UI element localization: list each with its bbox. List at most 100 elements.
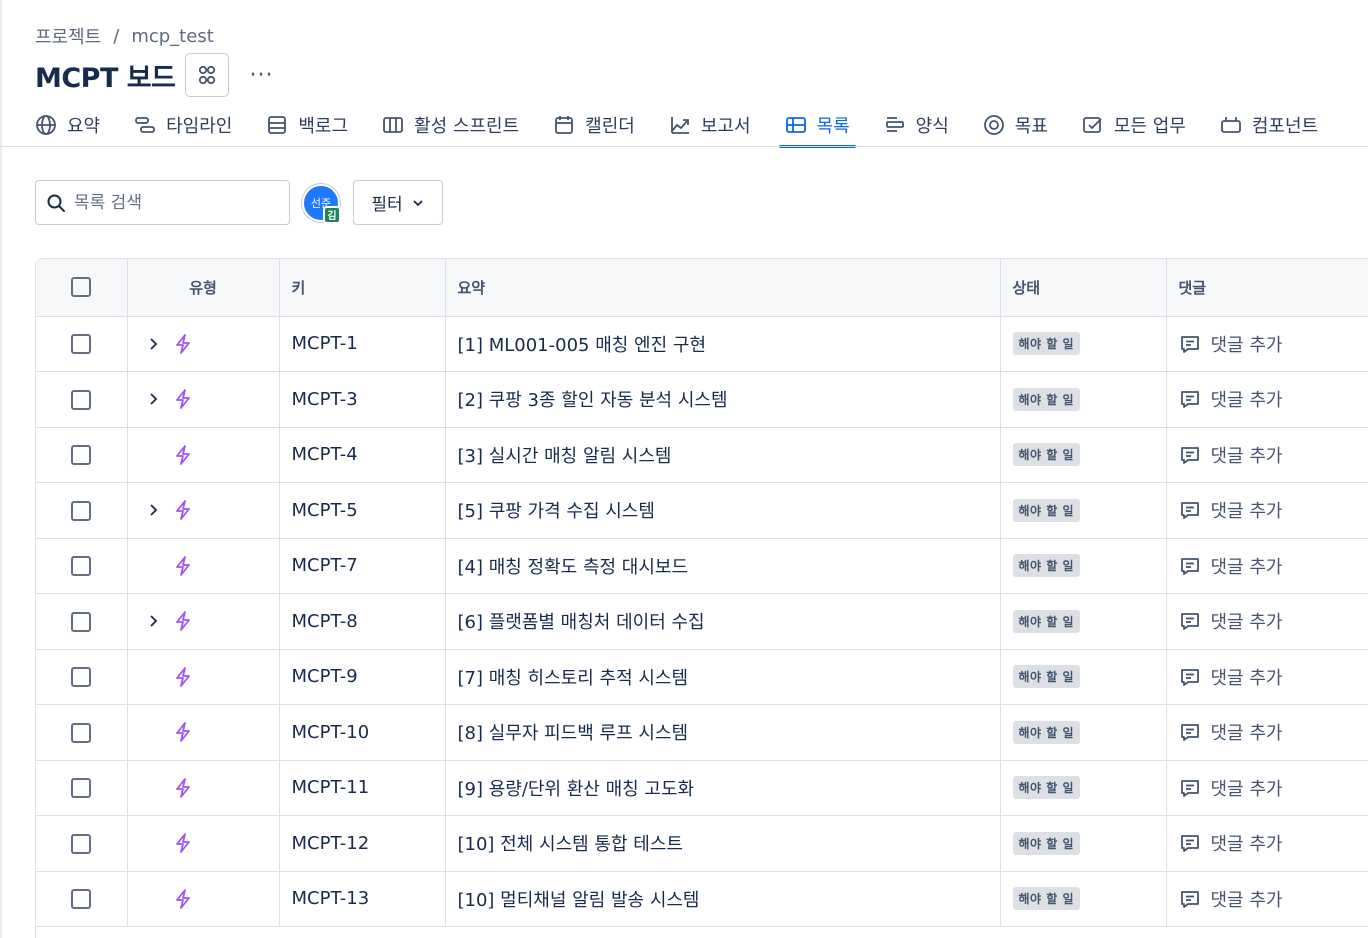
tab-calendar[interactable]: 캘린더: [553, 108, 635, 142]
row-checkbox[interactable]: [71, 833, 92, 854]
tab-check[interactable]: 모든 업무: [1082, 108, 1186, 142]
issue-summary[interactable]: [5] 쿠팡 가격 수집 시스템: [445, 482, 1001, 539]
table-row[interactable]: MCPT-1 [1] ML001-005 매칭 엔진 구현 해야 할 일 댓글 추가: [36, 316, 1368, 372]
tab-list[interactable]: 목록: [778, 108, 856, 148]
search-input[interactable]: [74, 192, 274, 213]
expand-chevron[interactable]: [138, 392, 168, 406]
row-checkbox[interactable]: [71, 389, 92, 410]
issue-key[interactable]: MCPT-9: [279, 649, 446, 705]
column-header-comments[interactable]: 댓글: [1166, 259, 1368, 317]
select-all-checkbox[interactable]: [71, 277, 92, 298]
table-row[interactable]: MCPT-7 [4] 매칭 정확도 측정 대시보드 해야 할 일 댓글 추가: [36, 538, 1368, 594]
issue-summary[interactable]: [7] 매칭 히스토리 추적 시스템: [445, 649, 1001, 705]
status-badge[interactable]: 해야 할 일: [1012, 498, 1081, 522]
table-row[interactable]: MCPT-5 [5] 쿠팡 가격 수집 시스템 해야 할 일 댓글 추가: [36, 482, 1368, 539]
status-badge[interactable]: 해야 할 일: [1012, 554, 1081, 578]
add-comment-button[interactable]: 댓글 추가: [1179, 664, 1368, 690]
table-row[interactable]: MCPT-12 [10] 전체 시스템 통합 테스트 해야 할 일 댓글 추가: [36, 815, 1368, 872]
issue-summary[interactable]: [2] 쿠팡 3종 할인 자동 분석 시스템: [445, 371, 1001, 428]
issue-key[interactable]: MCPT-10: [279, 704, 446, 761]
column-header-type[interactable]: 유형: [127, 259, 280, 317]
issue-key[interactable]: MCPT-7: [279, 538, 446, 594]
table-row[interactable]: MCPT-9 [7] 매칭 히스토리 추적 시스템 해야 할 일 댓글 추가: [36, 649, 1368, 705]
issue-summary[interactable]: [8] 실무자 피드백 루프 시스템: [445, 704, 1001, 761]
breadcrumb-projects[interactable]: 프로젝트: [35, 23, 101, 49]
status-cell: 해야 할 일: [1000, 815, 1167, 872]
add-comment-button[interactable]: 댓글 추가: [1179, 719, 1368, 745]
tab-component[interactable]: 컴포넌트: [1220, 108, 1318, 142]
column-header-key[interactable]: 키: [279, 259, 446, 317]
status-badge[interactable]: 해야 할 일: [1012, 776, 1081, 800]
issue-key[interactable]: MCPT-5: [279, 482, 446, 539]
row-checkbox[interactable]: [71, 667, 92, 688]
select-cell: [36, 371, 128, 428]
tab-chart[interactable]: 보고서: [669, 108, 751, 142]
add-comment-button[interactable]: 댓글 추가: [1179, 775, 1368, 801]
issue-key[interactable]: MCPT-12: [279, 815, 446, 872]
add-comment-button[interactable]: 댓글 추가: [1179, 386, 1368, 412]
table-row[interactable]: MCPT-13 [10] 멀티채널 알림 발송 시스템 해야 할 일 댓글 추가: [36, 871, 1368, 927]
table-row[interactable]: MCPT-3 [2] 쿠팡 3종 할인 자동 분석 시스템 해야 할 일 댓글 추가: [36, 371, 1368, 428]
issue-summary[interactable]: [9] 용량/단위 환산 매칭 고도화: [445, 760, 1001, 816]
issue-summary[interactable]: [4] 매칭 정확도 측정 대시보드: [445, 538, 1001, 594]
table-row[interactable]: MCPT-4 [3] 실시간 매칭 알림 시스템 해야 할 일 댓글 추가: [36, 427, 1368, 483]
issue-key[interactable]: MCPT-13: [279, 871, 446, 927]
epic-lightning-icon: [172, 666, 194, 688]
row-checkbox[interactable]: [71, 556, 92, 577]
status-badge[interactable]: 해야 할 일: [1012, 831, 1081, 855]
issue-key[interactable]: MCPT-8: [279, 593, 446, 650]
expand-chevron[interactable]: [138, 337, 168, 351]
team-button[interactable]: [185, 53, 230, 97]
row-checkbox[interactable]: [71, 445, 92, 466]
add-comment-button[interactable]: 댓글 추가: [1179, 886, 1368, 912]
row-checkbox[interactable]: [71, 889, 92, 910]
filter-button[interactable]: 필터: [353, 180, 443, 225]
add-comment-button[interactable]: 댓글 추가: [1179, 331, 1368, 357]
tab-timeline[interactable]: 타임라인: [134, 108, 232, 142]
status-badge[interactable]: 해야 할 일: [1012, 332, 1081, 356]
add-comment-button[interactable]: 댓글 추가: [1179, 608, 1368, 634]
expand-chevron[interactable]: [138, 614, 168, 628]
row-checkbox[interactable]: [71, 778, 92, 799]
issue-key[interactable]: MCPT-4: [279, 427, 446, 483]
user-avatar[interactable]: 선준 김: [302, 183, 341, 224]
tab-board[interactable]: 활성 스프린트: [382, 108, 519, 142]
column-header-status[interactable]: 상태: [1000, 259, 1167, 317]
issue-key[interactable]: MCPT-3: [279, 371, 446, 428]
row-checkbox[interactable]: [71, 611, 92, 632]
status-badge[interactable]: 해야 할 일: [1012, 443, 1081, 467]
table-row[interactable]: MCPT-11 [9] 용량/단위 환산 매칭 고도화 해야 할 일 댓글 추가: [36, 760, 1368, 816]
tab-form[interactable]: 양식: [884, 108, 949, 142]
tab-globe[interactable]: 요약: [35, 108, 100, 142]
status-badge[interactable]: 해야 할 일: [1012, 387, 1081, 411]
epic-lightning-icon: [172, 333, 194, 355]
add-comment-label: 댓글 추가: [1210, 334, 1283, 356]
issue-summary[interactable]: [1] ML001-005 매칭 엔진 구현: [445, 316, 1001, 372]
add-comment-label: 댓글 추가: [1210, 778, 1283, 800]
column-header-summary[interactable]: 요약: [445, 259, 1001, 317]
issue-summary[interactable]: [3] 실시간 매칭 알림 시스템: [445, 427, 1001, 483]
issue-key[interactable]: MCPT-11: [279, 760, 446, 816]
table-row[interactable]: MCPT-8 [6] 플랫폼별 매칭처 데이터 수집 해야 할 일 댓글 추가: [36, 593, 1368, 650]
row-checkbox[interactable]: [71, 500, 92, 521]
more-actions-button[interactable]: ···: [241, 55, 281, 95]
add-comment-button[interactable]: 댓글 추가: [1179, 830, 1368, 856]
tab-target[interactable]: 목표: [983, 108, 1048, 142]
tab-backlog[interactable]: 백로그: [266, 108, 348, 142]
add-comment-button[interactable]: 댓글 추가: [1179, 497, 1368, 523]
add-comment-button[interactable]: 댓글 추가: [1179, 442, 1368, 468]
status-badge[interactable]: 해야 할 일: [1012, 609, 1081, 633]
issue-summary[interactable]: [10] 멀티채널 알림 발송 시스템: [445, 871, 1001, 927]
expand-chevron[interactable]: [138, 503, 168, 517]
status-badge[interactable]: 해야 할 일: [1012, 665, 1081, 689]
status-badge[interactable]: 해야 할 일: [1012, 887, 1081, 911]
status-badge[interactable]: 해야 할 일: [1012, 720, 1081, 744]
add-comment-button[interactable]: 댓글 추가: [1179, 553, 1368, 579]
breadcrumb-project-name[interactable]: mcp_test: [131, 26, 213, 47]
issue-key[interactable]: MCPT-1: [279, 316, 446, 372]
row-checkbox[interactable]: [71, 334, 92, 355]
row-checkbox[interactable]: [71, 722, 92, 743]
table-row[interactable]: MCPT-10 [8] 실무자 피드백 루프 시스템 해야 할 일 댓글 추가: [36, 704, 1368, 761]
issue-summary[interactable]: [10] 전체 시스템 통합 테스트: [445, 815, 1001, 872]
issue-summary[interactable]: [6] 플랫폼별 매칭처 데이터 수집: [445, 593, 1001, 650]
